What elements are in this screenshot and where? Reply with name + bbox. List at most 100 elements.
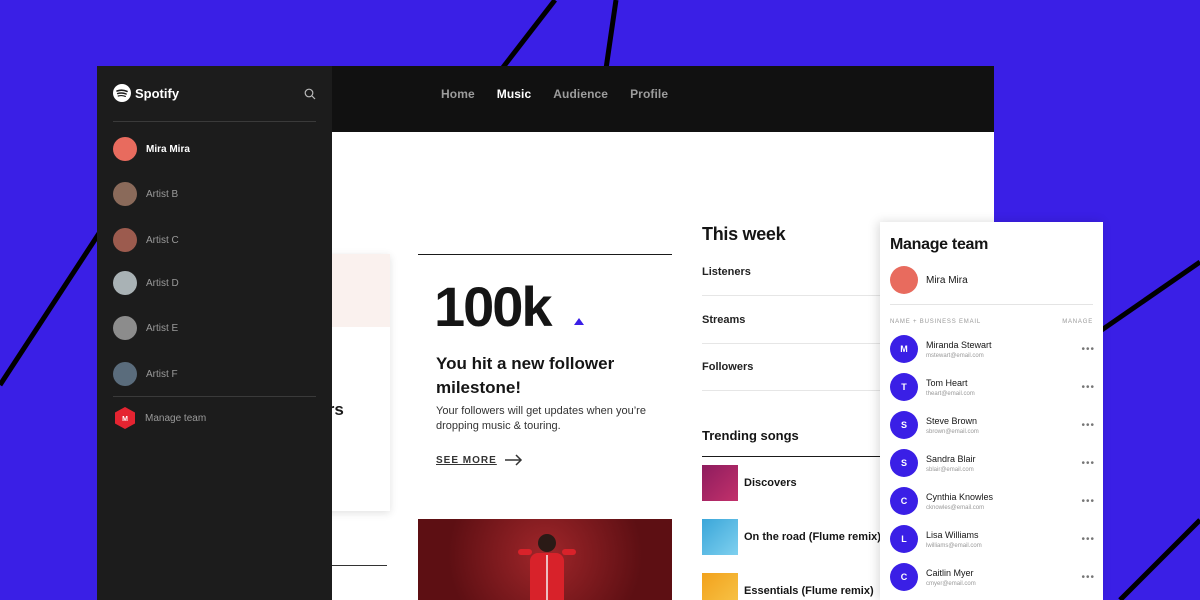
member-initial-avatar: C bbox=[890, 487, 918, 515]
milestone-card: 100k You hit a new follower milestone! Y… bbox=[418, 254, 672, 466]
manage-team-link[interactable]: M Manage team bbox=[113, 406, 206, 430]
more-options-icon[interactable]: ••• bbox=[1081, 572, 1095, 583]
song-name: Discovers bbox=[744, 477, 797, 489]
main-nav: Home Music Audience Profile bbox=[441, 66, 668, 122]
stat-streams[interactable]: Streams bbox=[702, 296, 892, 344]
see-more-link[interactable]: SEE MORE bbox=[436, 454, 523, 466]
more-options-icon[interactable]: ••• bbox=[1081, 420, 1095, 431]
sidebar-artist-mira-mira[interactable]: Mira Mira bbox=[113, 137, 190, 161]
trending-songs-title: Trending songs bbox=[702, 428, 799, 443]
sidebar-divider bbox=[113, 396, 316, 397]
member-initial-avatar: S bbox=[890, 411, 918, 439]
sidebar-artist-c[interactable]: Artist C bbox=[113, 228, 179, 252]
artist-label: Artist F bbox=[146, 368, 178, 380]
member-name: Cynthia Knowles bbox=[926, 491, 994, 502]
this-week-title: This week bbox=[702, 224, 786, 244]
avatar bbox=[113, 316, 137, 340]
team-member-row: L Lisa Williams lwilliams@email.com ••• bbox=[890, 522, 1095, 556]
video-thumbnail[interactable] bbox=[418, 519, 672, 600]
song-name: On the road (Flume remix) bbox=[744, 531, 881, 543]
milestone-value: 100k bbox=[434, 275, 553, 338]
member-initial-avatar: L bbox=[890, 525, 918, 553]
manage-team-label: Manage team bbox=[145, 412, 207, 424]
team-member-row: C Caitlin Myer cmyer@email.com ••• bbox=[890, 560, 1095, 594]
more-options-icon[interactable]: ••• bbox=[1081, 534, 1095, 545]
team-member-row: S Steve Brown sbrown@email.com ••• bbox=[890, 408, 1095, 442]
sidebar-artist-e[interactable]: Artist E bbox=[113, 316, 178, 340]
this-week-panel: This week Listeners Streams Followers Tr… bbox=[702, 224, 892, 600]
owner-name: Mira Mira bbox=[926, 274, 968, 286]
more-options-icon[interactable]: ••• bbox=[1081, 458, 1095, 469]
member-email: mstewart@email.com bbox=[926, 352, 984, 359]
arrow-right-icon bbox=[504, 454, 522, 466]
artist-label: Artist E bbox=[146, 322, 179, 334]
member-email: cknowles@email.com bbox=[926, 504, 985, 511]
nav-profile[interactable]: Profile bbox=[630, 87, 668, 101]
team-member-row: T Tom Heart theart@email.com ••• bbox=[890, 370, 1095, 404]
milestone-rule bbox=[418, 254, 672, 255]
sidebar: Spotify Mira Mira Artist B Artist C Arti… bbox=[97, 66, 332, 600]
member-name: Sandra Blair bbox=[926, 453, 976, 464]
artist-label: Mira Mira bbox=[146, 143, 190, 155]
avatar bbox=[113, 228, 137, 252]
team-member-row: S Sandra Blair sblair@email.com ••• bbox=[890, 446, 1095, 480]
column-header-manage: MANAGE bbox=[1062, 319, 1093, 325]
nav-music[interactable]: Music bbox=[497, 87, 532, 101]
song-item[interactable]: Discovers bbox=[702, 464, 902, 502]
artist-label: Artist C bbox=[146, 234, 179, 246]
sidebar-divider bbox=[113, 121, 316, 122]
more-options-icon[interactable]: ••• bbox=[1081, 344, 1095, 355]
avatar bbox=[113, 271, 137, 295]
nav-audience[interactable]: Audience bbox=[553, 87, 608, 101]
sidebar-artist-f[interactable]: Artist F bbox=[113, 362, 178, 386]
avatar bbox=[113, 362, 137, 386]
member-name: Miranda Stewart bbox=[926, 339, 992, 350]
stat-listeners[interactable]: Listeners bbox=[702, 248, 892, 296]
member-email: sbrown@email.com bbox=[926, 428, 979, 435]
more-options-icon[interactable]: ••• bbox=[1081, 496, 1095, 507]
song-artwork bbox=[702, 465, 738, 501]
see-more-label: SEE MORE bbox=[436, 454, 497, 466]
team-divider bbox=[890, 304, 1093, 305]
milestone-headline: You hit a new follower milestone! bbox=[436, 354, 615, 397]
avatar bbox=[890, 266, 918, 294]
member-email: theart@email.com bbox=[926, 390, 975, 397]
team-member-row: M Miranda Stewart mstewart@email.com ••• bbox=[890, 332, 1095, 366]
team-title: Manage team bbox=[890, 236, 989, 253]
member-name: Lisa Williams bbox=[926, 529, 979, 540]
spotify-logo[interactable]: Spotify bbox=[113, 84, 179, 102]
member-email: cmyer@email.com bbox=[926, 580, 976, 587]
song-artwork bbox=[702, 519, 738, 555]
sidebar-artist-d[interactable]: Artist D bbox=[113, 271, 179, 295]
artist-label: Artist D bbox=[146, 277, 179, 289]
member-name: Caitlin Myer bbox=[926, 567, 974, 578]
manage-team-hex-icon: M bbox=[115, 407, 135, 429]
more-options-icon[interactable]: ••• bbox=[1081, 382, 1095, 393]
team-owner: Mira Mira bbox=[890, 266, 968, 294]
member-initial-avatar: M bbox=[890, 335, 918, 363]
song-artwork bbox=[702, 573, 738, 600]
song-item[interactable]: On the road (Flume remix) bbox=[702, 518, 902, 556]
member-initial-avatar: T bbox=[890, 373, 918, 401]
milestone-body: Your followers will get updates when you… bbox=[436, 405, 646, 432]
team-member-row: C Cynthia Knowles cknowles@email.com ••• bbox=[890, 484, 1095, 518]
spotify-icon bbox=[113, 84, 131, 102]
performer-image bbox=[518, 534, 576, 600]
nav-home[interactable]: Home bbox=[441, 87, 475, 101]
trending-rule bbox=[702, 456, 892, 457]
member-name: Steve Brown bbox=[926, 415, 978, 426]
member-initial-avatar: C bbox=[890, 563, 918, 591]
sidebar-artist-b[interactable]: Artist B bbox=[113, 182, 178, 206]
song-name: Essentials (Flume remix) bbox=[744, 585, 874, 597]
avatar bbox=[113, 182, 137, 206]
search-icon[interactable] bbox=[304, 88, 316, 100]
manage-initial: M bbox=[122, 416, 128, 423]
member-email: sblair@email.com bbox=[926, 466, 974, 473]
logo-text: Spotify bbox=[135, 85, 180, 101]
triangle-icon bbox=[574, 318, 584, 325]
manage-team-panel: Manage team Mira Mira NAME + BUSINESS EM… bbox=[880, 222, 1103, 600]
avatar bbox=[113, 137, 137, 161]
member-email: lwilliams@email.com bbox=[926, 542, 982, 549]
song-item[interactable]: Essentials (Flume remix) bbox=[702, 572, 902, 600]
stat-followers[interactable]: Followers bbox=[702, 343, 892, 391]
